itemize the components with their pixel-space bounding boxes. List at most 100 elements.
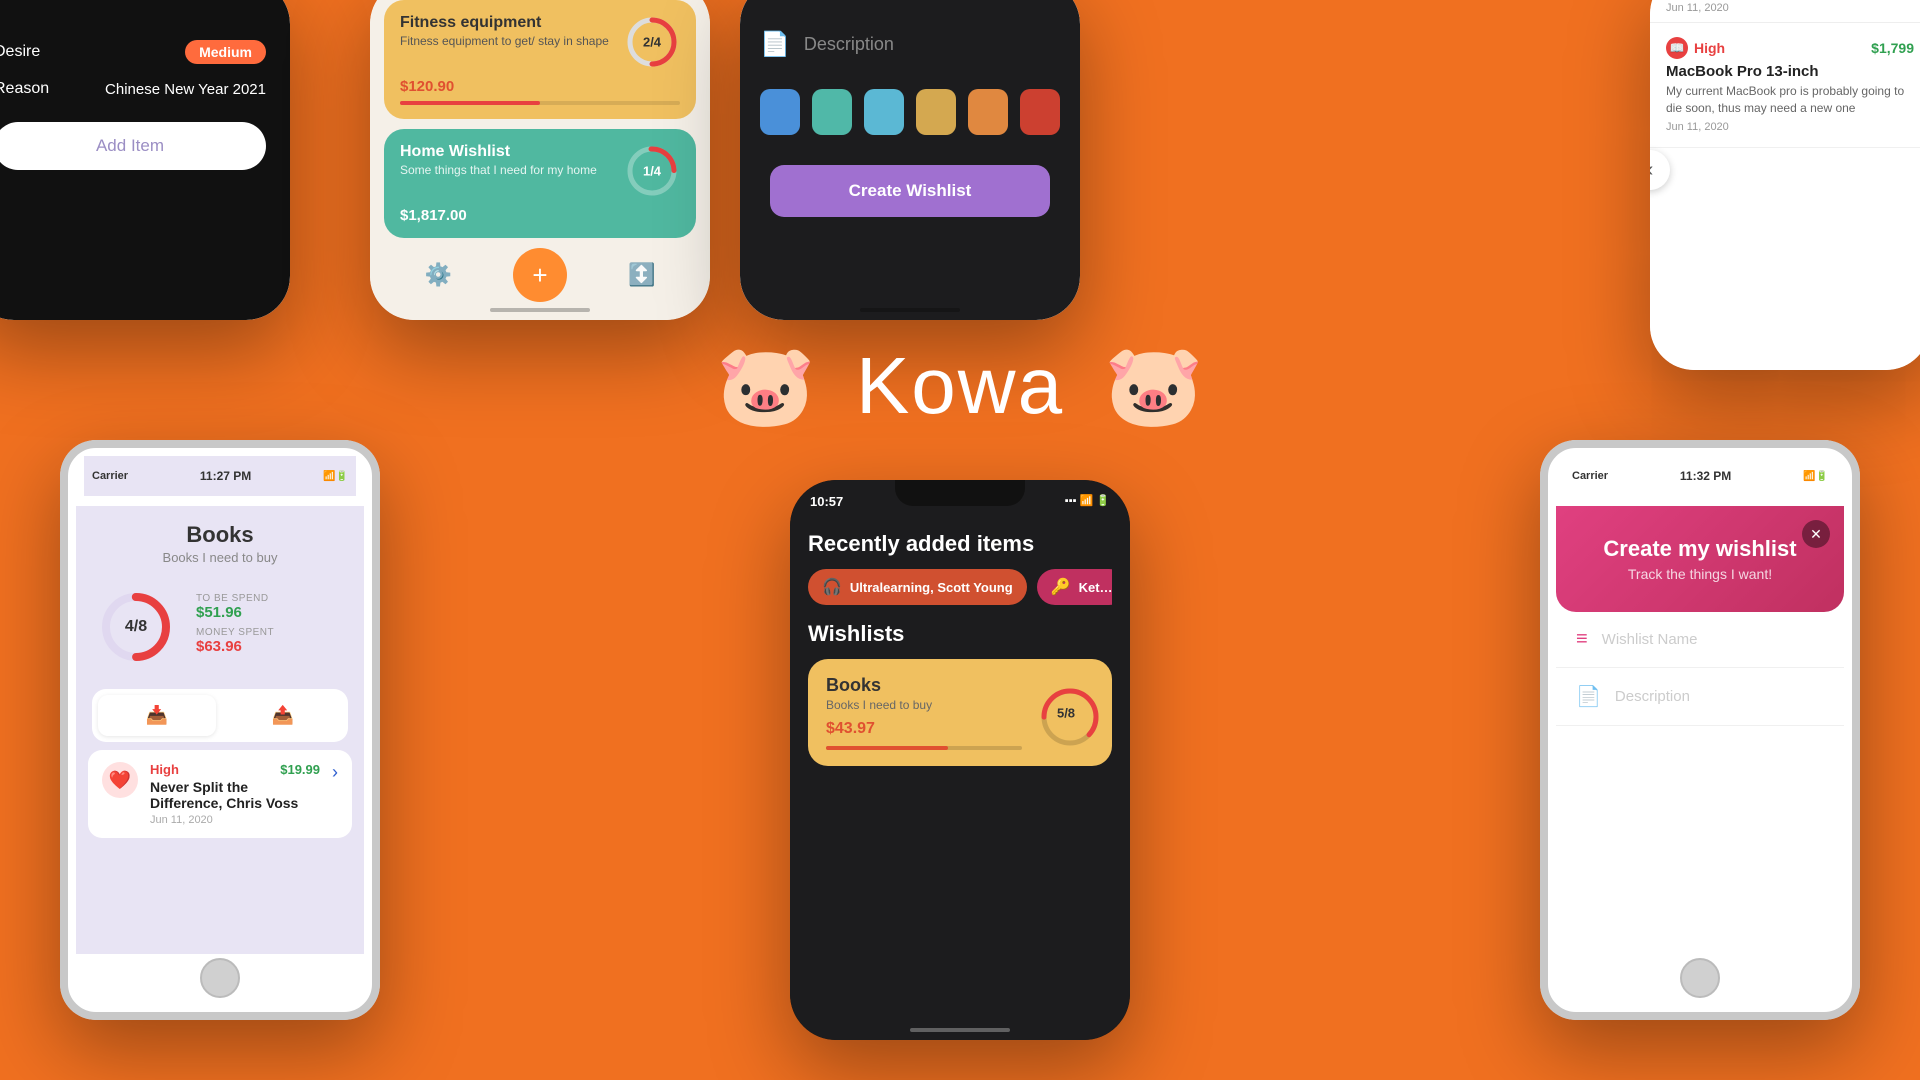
wc-progress-circle: 5/8 <box>1038 685 1094 741</box>
create-title: Create my wishlist <box>1576 536 1824 562</box>
books-header: Books Books I need to buy <box>76 506 364 573</box>
home-price: $1,817.00 <box>400 207 680 224</box>
books-screen: Books Books I need to buy 4/8 TO BE SPEN… <box>76 506 364 954</box>
phone-bottom-bar: ⚙️ + ↕️ <box>370 248 710 302</box>
notification: Cause the best budget iPhone I can get J… <box>1650 0 1920 23</box>
fitness-card-title: Fitness equipment <box>400 14 609 32</box>
fitness-card: Fitness equipment Fitness equipment to g… <box>384 0 696 119</box>
time-display: 10:57 <box>810 494 843 509</box>
home-card-title: Home Wishlist <box>400 143 597 161</box>
create-wishlist-header: ✕ Create my wishlist Track the things I … <box>1556 506 1844 612</box>
phone-bottom-center: 10:57 ▪▪▪ 📶 🔋 Recently added items 🎧 Ult… <box>790 480 1130 1040</box>
money-spent-label: MONEY SPENT <box>196 627 344 638</box>
phone-top-right-center: 📄 Description Create Wishlist <box>740 0 1080 320</box>
swatch-light-blue[interactable] <box>864 89 904 135</box>
swatch-yellow[interactable] <box>916 89 956 135</box>
description-placeholder[interactable]: Description <box>1615 688 1690 705</box>
fitness-price: $120.90 <box>400 78 680 95</box>
books-tabs: 📥 📤 <box>92 689 348 742</box>
list-icon: ≡ <box>1576 628 1588 651</box>
status-icons: 📶🔋 <box>323 471 348 482</box>
wishlist-name-placeholder[interactable]: Wishlist Name <box>1602 631 1698 648</box>
settings-icon[interactable]: ⚙️ <box>425 262 452 288</box>
high-icon: 📖 <box>1666 37 1688 59</box>
arrow-right-icon: › <box>332 762 338 783</box>
reason-label: Reason <box>0 80 49 98</box>
heart-icon: ❤️ <box>102 762 138 798</box>
to-be-spend-label: TO BE SPEND <box>196 593 344 604</box>
books-progress-label: 4/8 <box>125 618 147 636</box>
phone-bottom-left: Carrier 11:27 PM 📶🔋 Books Books I need t… <box>60 440 380 1020</box>
pig-icon-left: 🐷 <box>716 346 816 426</box>
status-icons-dark: ▪▪▪ 📶 🔋 <box>1065 494 1110 509</box>
add-item-button[interactable]: Add Item <box>0 122 266 170</box>
phone-bottom-right: Carrier 11:32 PM 📶🔋 ✕ Create my wishlist… <box>1540 440 1860 1020</box>
home-button[interactable] <box>200 958 240 998</box>
book-list-item: ❤️ High $19.99 Never Split the Differenc… <box>88 750 352 838</box>
item-price: $1,799 <box>1871 40 1914 56</box>
description-placeholder: Description <box>804 34 894 55</box>
description-icon: 📄 <box>760 30 790 59</box>
sort-icon[interactable]: ↕️ <box>628 262 655 288</box>
home-indicator <box>860 308 960 312</box>
time-label: 11:27 PM <box>200 469 251 483</box>
notification-date: Jun 11, 2020 <box>1666 2 1914 14</box>
create-subtitle: Track the things I want! <box>1576 566 1824 582</box>
key-icon: 🔑 <box>1051 577 1071 597</box>
home-wishlist-card: Home Wishlist Some things that I need fo… <box>384 129 696 238</box>
wc-left: Books Books I need to buy $43.97 <box>826 675 1022 750</box>
home-indicator <box>910 1028 1010 1032</box>
books-wishlist-card: Books Books I need to buy $43.97 5/8 <box>808 659 1112 766</box>
recent-chips: 🎧 Ultralearning, Scott Young 🔑 Ket… <box>808 569 1112 605</box>
book-priority: High <box>150 762 179 777</box>
books-stats: 4/8 TO BE SPEND $51.96 MONEY SPENT $63.9… <box>76 573 364 681</box>
chip-keto[interactable]: 🔑 Ket… <box>1037 569 1112 605</box>
inbox-tab[interactable]: 📥 <box>98 695 216 736</box>
desire-value: Medium <box>185 40 266 64</box>
description-field: 📄 Description <box>1556 668 1844 726</box>
swatch-red[interactable] <box>1020 89 1060 135</box>
headphone-icon: 🎧 <box>822 577 842 597</box>
reason-value: Chinese New Year 2021 <box>105 81 266 98</box>
book-name: Never Split the Difference, Chris Voss <box>150 779 320 811</box>
add-button[interactable]: + <box>513 248 567 302</box>
swatch-blue[interactable] <box>760 89 800 135</box>
archive-tab[interactable]: 📤 <box>224 695 342 736</box>
phone-top-center: Fitness equipment Fitness equipment to g… <box>370 0 710 320</box>
wc-price: $43.97 <box>826 720 1022 738</box>
chip-label-2: Ket… <box>1079 580 1112 595</box>
fitness-card-subtitle: Fitness equipment to get/ stay in shape <box>400 34 609 50</box>
fitness-progress-label: 2/4 <box>643 35 661 50</box>
recently-added-section: Recently added items 🎧 Ultralearning, Sc… <box>790 515 1130 613</box>
wishlists-section: Wishlists Books Books I need to buy $43.… <box>790 613 1130 774</box>
inbox-icon: 📥 <box>146 705 168 726</box>
wc-right: 5/8 <box>1038 685 1094 741</box>
home-progress-label: 1/4 <box>643 164 661 179</box>
wc-subtitle: Books I need to buy <box>826 698 1022 712</box>
time-label-right: 11:32 PM <box>1680 469 1731 483</box>
home-button-right[interactable] <box>1680 958 1720 998</box>
home-progress-circle: 1/4 <box>624 143 680 199</box>
wc-progress-label: 5/8 <box>1057 705 1075 720</box>
back-arrow-button[interactable]: ‹ <box>1650 150 1670 190</box>
brand-center: 🐷 Kowa 🐷 <box>716 340 1203 432</box>
carrier-label-right: Carrier <box>1572 470 1608 482</box>
description-icon: 📄 <box>1576 684 1601 709</box>
books-title: Books <box>92 522 348 548</box>
close-button[interactable]: ✕ <box>1802 520 1830 548</box>
notch <box>895 480 1025 506</box>
brand-title: Kowa <box>856 340 1064 432</box>
chip-ultralearning[interactable]: 🎧 Ultralearning, Scott Young <box>808 569 1027 605</box>
fitness-progress-circle: 2/4 <box>624 14 680 70</box>
item-priority: High <box>1694 40 1725 56</box>
desire-label: Desire <box>0 43 40 61</box>
swatch-teal[interactable] <box>812 89 852 135</box>
swatch-orange[interactable] <box>968 89 1008 135</box>
create-wishlist-button[interactable]: Create Wishlist <box>770 165 1050 217</box>
item-name: MacBook Pro 13-inch <box>1666 63 1914 80</box>
wishlist-name-field: ≡ Wishlist Name <box>1556 612 1844 668</box>
pig-icon-right: 🐷 <box>1104 346 1204 426</box>
home-indicator <box>490 308 590 312</box>
book-price: $19.99 <box>280 762 320 777</box>
progress-bar <box>826 746 948 750</box>
